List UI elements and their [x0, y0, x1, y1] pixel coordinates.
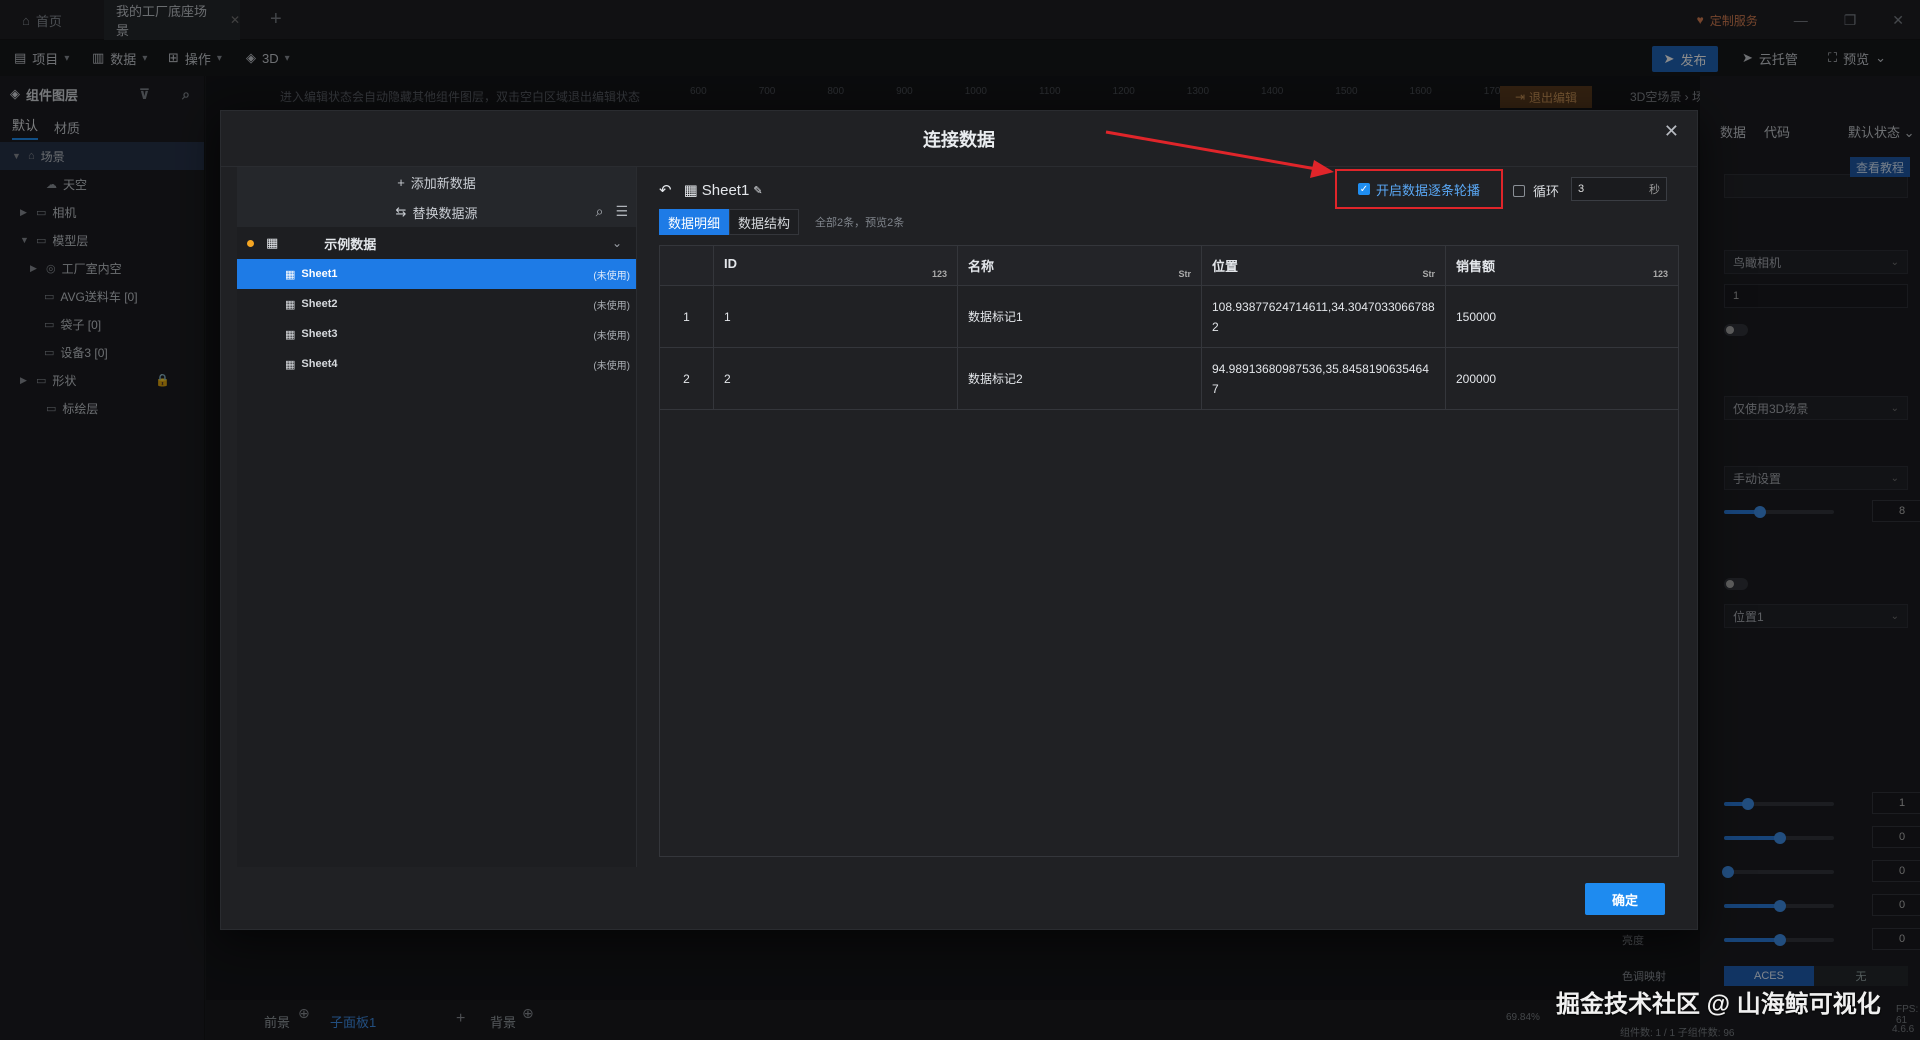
string-type-icon: Str	[1422, 269, 1435, 279]
status-dot	[247, 239, 254, 247]
cell-position: 108.93877624714611,34.30470330667882	[1202, 286, 1446, 347]
loop-label: 循环	[1533, 184, 1560, 199]
index-header	[660, 246, 714, 285]
sheet-name: Sheet3	[301, 328, 338, 340]
table-icon: ▦	[285, 298, 296, 311]
interval-unit: 秒	[1649, 184, 1660, 196]
list-filter-icon[interactable]: ☰	[615, 203, 628, 220]
column-name: 位置	[1212, 259, 1239, 274]
carousel-label: 开启数据逐条轮播	[1375, 182, 1480, 198]
column-header-id[interactable]: ID 123	[714, 246, 958, 285]
table-row[interactable]: 1 1 数据标记1 108.93877624714611,34.30470330…	[660, 286, 1678, 348]
sheet-item-sheet4[interactable]: ▦ Sheet4 (未使用)	[237, 349, 636, 379]
sheet-item-sheet1[interactable]: ▦ Sheet1 (未使用)	[237, 259, 636, 289]
cell-sales: 200000	[1456, 371, 1497, 386]
replace-source-button[interactable]: ⇆ 替换数据源 ⌕ ☰	[237, 197, 636, 227]
data-group-name: 示例数据	[324, 236, 377, 252]
data-source-panel: + 添加新数据 ⇆ 替换数据源 ⌕ ☰ ▦ 示例数据 ⌄ ▦ Sheet1 (未使用) ▦…	[237, 167, 637, 867]
table-icon: ▦	[266, 235, 279, 250]
table-icon: ▦	[683, 182, 698, 199]
table-icon: ▦	[285, 268, 296, 281]
cell-name: 数据标记2	[958, 348, 1202, 409]
sheet-item-sheet2[interactable]: ▦ Sheet2 (未使用)	[237, 289, 636, 319]
back-icon[interactable]: ↶	[659, 181, 672, 199]
table-icon: ▦	[285, 358, 296, 371]
tab-data-detail[interactable]: 数据明细	[659, 209, 730, 235]
column-name: ID	[724, 256, 737, 271]
annotation-arrow	[1105, 130, 1334, 178]
string-type-icon: Str	[1178, 269, 1191, 279]
cell-name: 数据标记1	[958, 286, 1202, 347]
connect-data-dialog: 连接数据 ✕ + 添加新数据 ⇆ 替换数据源 ⌕ ☰ ▦ 示例数据 ⌄ ▦ Sheet1…	[220, 110, 1698, 930]
sheet-name: Sheet2	[301, 298, 338, 310]
cell-id: 1	[714, 286, 958, 347]
number-type-icon: 123	[931, 269, 947, 279]
sheet-name: Sheet4	[301, 358, 338, 370]
checkbox-checked-icon[interactable]: ✓	[1357, 183, 1370, 195]
add-data-label: 添加新数据	[410, 175, 476, 191]
carousel-toggle[interactable]: ✓ 开启数据逐条轮播	[1335, 169, 1503, 209]
table-header: ID 123 名称 Str 位置 Str 销售额 123	[660, 246, 1678, 286]
cell-sales: 150000	[1456, 309, 1497, 324]
column-name: 销售额	[1456, 259, 1496, 274]
data-group[interactable]: ▦ 示例数据 ⌄	[237, 227, 636, 259]
search-icon[interactable]: ⌕	[596, 203, 604, 220]
data-table: ID 123 名称 Str 位置 Str 销售额 123 1 1 数据标记1 108.9…	[659, 245, 1679, 857]
confirm-button[interactable]: 确定	[1585, 883, 1665, 915]
data-content: ↶ ▦ Sheet1 ✎ ✓ 开启数据逐条轮播 循环 3 秒 数据明细 数据结构…	[659, 167, 1679, 867]
sheet-usage-tag: (未使用)	[593, 360, 630, 372]
table-row[interactable]: 2 2 数据标记2 94.98913680987536,35.845819063…	[660, 348, 1678, 410]
column-header-position[interactable]: 位置 Str	[1202, 246, 1446, 285]
sheet-name: Sheet1	[301, 268, 338, 280]
content-tabs: 数据明细 数据结构 全部2条，预览2条	[659, 209, 904, 235]
number-type-icon: 123	[1652, 269, 1668, 279]
tab-data-structure[interactable]: 数据结构	[729, 209, 800, 235]
edit-icon[interactable]: ✎	[753, 184, 762, 197]
sheet-item-sheet3[interactable]: ▦ Sheet3 (未使用)	[237, 319, 636, 349]
record-count: 全部2条，预览2条	[815, 217, 905, 229]
arrow-head	[1310, 160, 1334, 178]
close-icon[interactable]: ✕	[1664, 121, 1679, 142]
arrow-line	[1105, 130, 1323, 172]
loop-toggle[interactable]: 循环	[1513, 181, 1559, 200]
column-name: 名称	[968, 259, 995, 274]
replace-source-label: 替换数据源	[412, 205, 478, 221]
cell-position: 94.98913680987536,35.84581906354647	[1202, 348, 1446, 409]
table-icon: ▦	[285, 328, 296, 341]
watermark: 掘金技术社区 @ 山海鲸可视化	[1556, 991, 1881, 1018]
cell-id: 2	[714, 348, 958, 409]
dialog-title: 连接数据	[221, 111, 1697, 167]
row-index: 2	[660, 348, 714, 409]
sheet-usage-tag: (未使用)	[593, 270, 630, 282]
interval-input[interactable]: 3 秒	[1571, 177, 1667, 201]
swap-icon: ⇆	[395, 204, 407, 219]
interval-value: 3	[1578, 183, 1585, 195]
chevron-down-icon[interactable]: ⌄	[612, 236, 622, 250]
sheet-title: Sheet1	[701, 181, 750, 199]
row-index: 1	[660, 286, 714, 347]
sheet-header: ↶ ▦ Sheet1 ✎	[659, 181, 763, 200]
add-data-button[interactable]: + 添加新数据	[237, 167, 636, 197]
plus-icon: +	[397, 174, 405, 190]
column-header-sales[interactable]: 销售额 123	[1446, 246, 1678, 285]
checkbox-unchecked-icon[interactable]	[1513, 184, 1525, 197]
sheet-usage-tag: (未使用)	[593, 330, 630, 342]
sheet-usage-tag: (未使用)	[593, 300, 630, 312]
column-header-name[interactable]: 名称 Str	[958, 246, 1202, 285]
